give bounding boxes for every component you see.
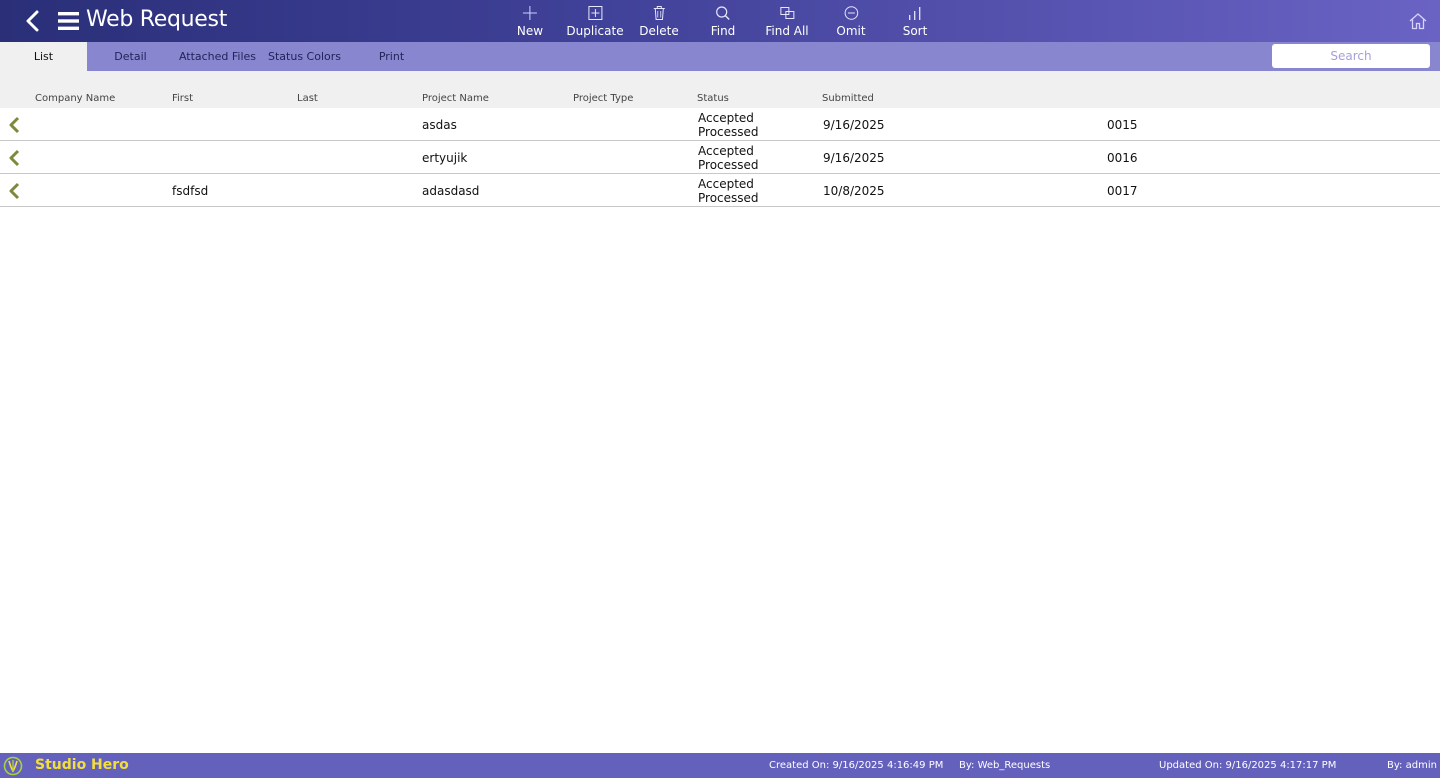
chevron-left-icon [9, 116, 20, 134]
find-all-button[interactable]: Find All [765, 0, 809, 42]
studio-hero-logo-icon [3, 756, 23, 776]
column-header-project-name[interactable]: Project Name [422, 93, 489, 104]
column-header-submitted[interactable]: Submitted [822, 93, 874, 104]
trash-icon [653, 6, 665, 20]
cell-submitted[interactable]: 9/16/2025 [823, 118, 885, 132]
cell-record-id[interactable]: 0015 [1107, 118, 1138, 132]
cell-status[interactable]: Accepted Processed [698, 177, 759, 205]
column-header-last[interactable]: Last [297, 93, 318, 104]
find-all-icon [780, 7, 794, 19]
sort-label: Sort [902, 24, 928, 38]
column-header-project-type[interactable]: Project Type [573, 93, 633, 104]
table-row[interactable]: fsdfsd adasdasd Accepted Processed 10/8/… [0, 174, 1440, 207]
menu-button[interactable] [58, 11, 80, 31]
hamburger-icon [58, 12, 79, 30]
created-by-text: By: Web_Requests [959, 760, 1051, 771]
cell-first[interactable]: fsdfsd [172, 184, 208, 198]
delete-label: Delete [639, 24, 679, 38]
tab-detail[interactable]: Detail [87, 42, 174, 71]
footer-bar: Studio Hero Created On: 9/16/2025 4:16:4… [0, 753, 1440, 778]
cell-project-name[interactable]: adasdasd [422, 184, 479, 198]
plus-icon [523, 6, 537, 20]
omit-icon [844, 6, 858, 20]
table-row[interactable]: asdas Accepted Processed 9/16/2025 0015 [0, 108, 1440, 141]
chevron-left-icon [26, 10, 39, 32]
status-line-1: Accepted [698, 144, 754, 158]
tab-print[interactable]: Print [348, 42, 435, 71]
magnifier-icon [716, 6, 730, 20]
duplicate-icon [587, 6, 602, 20]
find-label: Find [710, 24, 736, 38]
top-header: Web Request New Duplicate Delete Find Fi… [0, 0, 1440, 42]
cell-record-id[interactable]: 0016 [1107, 151, 1138, 165]
column-header-first[interactable]: First [172, 93, 193, 104]
tab-list[interactable]: List [0, 42, 87, 71]
delete-button[interactable]: Delete [639, 0, 679, 42]
search-input[interactable] [1272, 44, 1430, 68]
cell-status[interactable]: Accepted Processed [698, 111, 759, 139]
sort-button[interactable]: Sort [902, 0, 928, 42]
home-button[interactable] [1408, 11, 1428, 31]
omit-label: Omit [836, 24, 866, 38]
new-button[interactable]: New [517, 0, 543, 42]
cell-record-id[interactable]: 0017 [1107, 184, 1138, 198]
duplicate-button[interactable]: Duplicate [566, 0, 624, 42]
status-line-2: Processed [698, 158, 759, 172]
duplicate-label: Duplicate [566, 24, 624, 38]
column-header-status[interactable]: Status [697, 93, 729, 104]
column-header-row: Company Name First Last Project Name Pro… [0, 71, 1440, 109]
chevron-left-icon [9, 182, 20, 200]
table-row[interactable]: ertyujik Accepted Processed 9/16/2025 00… [0, 141, 1440, 174]
row-open-button[interactable] [7, 182, 21, 200]
record-list: asdas Accepted Processed 9/16/2025 0015 … [0, 108, 1440, 207]
status-line-2: Processed [698, 125, 759, 139]
tab-status-colors[interactable]: Status Colors [261, 42, 348, 71]
back-button[interactable] [22, 8, 44, 34]
cell-submitted[interactable]: 9/16/2025 [823, 151, 885, 165]
column-header-company-name[interactable]: Company Name [35, 93, 115, 104]
sort-icon [909, 7, 921, 20]
omit-button[interactable]: Omit [836, 0, 866, 42]
cell-project-name[interactable]: ertyujik [422, 151, 467, 165]
tab-strip: List Detail Attached Files Status Colors… [0, 42, 1440, 71]
updated-by-text: By: admin [1387, 760, 1437, 771]
page-title: Web Request [86, 7, 228, 32]
cell-status[interactable]: Accepted Processed [698, 144, 759, 172]
status-line-1: Accepted [698, 111, 754, 125]
brand-name: Studio Hero [35, 757, 129, 773]
chevron-left-icon [9, 149, 20, 167]
find-button[interactable]: Find [710, 0, 736, 42]
row-open-button[interactable] [7, 116, 21, 134]
status-line-2: Processed [698, 191, 759, 205]
cell-project-name[interactable]: asdas [422, 118, 457, 132]
cell-submitted[interactable]: 10/8/2025 [823, 184, 885, 198]
updated-on-text: Updated On: 9/16/2025 4:17:17 PM [1159, 760, 1337, 771]
home-icon [1409, 13, 1427, 30]
row-open-button[interactable] [7, 149, 21, 167]
status-line-1: Accepted [698, 177, 754, 191]
new-label: New [516, 24, 544, 38]
tab-attached-files[interactable]: Attached Files [174, 42, 261, 71]
find-all-label: Find All [765, 24, 809, 38]
created-on-text: Created On: 9/16/2025 4:16:49 PM [769, 760, 944, 771]
